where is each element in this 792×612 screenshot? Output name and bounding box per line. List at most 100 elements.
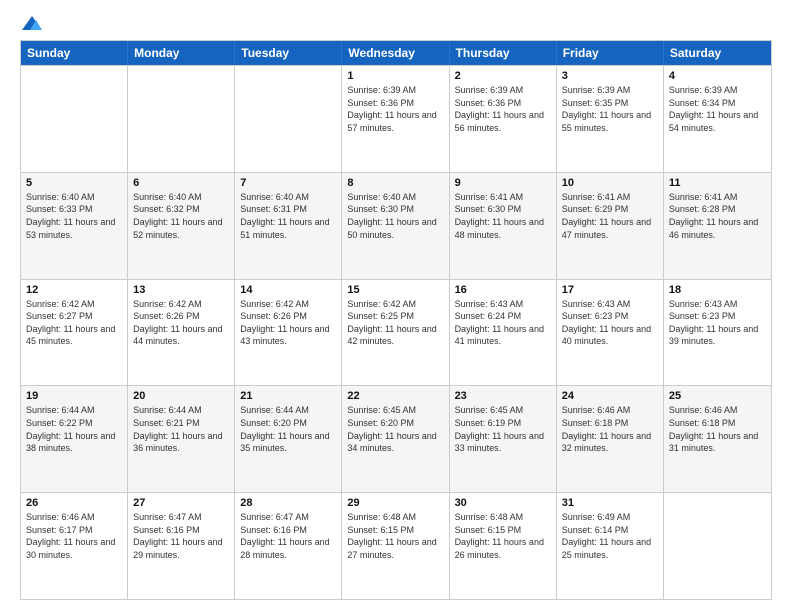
cell-info: Sunrise: 6:39 AMSunset: 6:34 PMDaylight:… [669,84,766,134]
day-number: 5 [26,177,122,189]
calendar-cell: 15 Sunrise: 6:42 AMSunset: 6:25 PMDayligh… [342,280,449,386]
calendar-body: 1Sunrise: 6:39 AMSunset: 6:36 PMDaylight… [21,65,771,599]
calendar-cell: 30 Sunrise: 6:48 AMSunset: 6:15 PMDayligh… [450,493,557,599]
day-number: 22 [347,390,443,402]
cell-info: Sunrise: 6:46 AMSunset: 6:17 PMDaylight:… [26,511,122,561]
cell-info: Sunrise: 6:42 AMSunset: 6:26 PMDaylight:… [240,298,336,348]
calendar-row-3: 12Sunrise: 6:42 AMSunset: 6:27 PMDayligh… [21,279,771,386]
cell-info: Sunrise: 6:40 AMSunset: 6:31 PMDaylight:… [240,191,336,241]
calendar-cell: 23Sunrise: 6:45 AMSunset: 6:19 PMDayligh… [450,386,557,492]
calendar-cell: 17 Sunrise: 6:43 AMSunset: 6:23 PMDayligh… [557,280,664,386]
day-number: 20 [133,390,229,402]
calendar-cell: 18 Sunrise: 6:43 AMSunset: 6:23 PMDayligh… [664,280,771,386]
day-number: 11 [669,177,766,189]
cell-info: Sunrise: 6:49 AMSunset: 6:14 PMDaylight:… [562,511,658,561]
day-number: 21 [240,390,336,402]
cell-info: Sunrise: 6:44 AMSunset: 6:22 PMDaylight:… [26,404,122,454]
day-number: 15 [347,284,443,296]
day-number: 18 [669,284,766,296]
calendar-cell: 26 Sunrise: 6:46 AMSunset: 6:17 PMDayligh… [21,493,128,599]
cell-info: Sunrise: 6:39 AMSunset: 6:36 PMDaylight:… [455,84,551,134]
calendar-cell [235,66,342,172]
day-number: 13 [133,284,229,296]
calendar-row-1: 1Sunrise: 6:39 AMSunset: 6:36 PMDaylight… [21,65,771,172]
header-day-saturday: Saturday [664,41,771,65]
day-number: 6 [133,177,229,189]
calendar-cell: 4 Sunrise: 6:39 AMSunset: 6:34 PMDaylight… [664,66,771,172]
cell-info: Sunrise: 6:40 AMSunset: 6:32 PMDaylight:… [133,191,229,241]
day-number: 23 [455,390,551,402]
calendar-row-2: 5 Sunrise: 6:40 AMSunset: 6:33 PMDaylight… [21,172,771,279]
calendar-cell: 7 Sunrise: 6:40 AMSunset: 6:31 PMDaylight… [235,173,342,279]
day-number: 10 [562,177,658,189]
calendar-cell: 28 Sunrise: 6:47 AMSunset: 6:16 PMDayligh… [235,493,342,599]
day-number: 28 [240,497,336,509]
calendar-cell: 13 Sunrise: 6:42 AMSunset: 6:26 PMDayligh… [128,280,235,386]
header [20,16,772,30]
cell-info: Sunrise: 6:45 AMSunset: 6:20 PMDaylight:… [347,404,443,454]
calendar-cell: 3 Sunrise: 6:39 AMSunset: 6:35 PMDaylight… [557,66,664,172]
calendar-cell: 24 Sunrise: 6:46 AMSunset: 6:18 PMDayligh… [557,386,664,492]
day-number: 4 [669,70,766,82]
cell-info: Sunrise: 6:44 AMSunset: 6:20 PMDaylight:… [240,404,336,454]
day-number: 29 [347,497,443,509]
calendar-cell: 1Sunrise: 6:39 AMSunset: 6:36 PMDaylight… [342,66,449,172]
header-day-wednesday: Wednesday [342,41,449,65]
calendar-cell: 10 Sunrise: 6:41 AMSunset: 6:29 PMDayligh… [557,173,664,279]
calendar-cell: 16 Sunrise: 6:43 AMSunset: 6:24 PMDayligh… [450,280,557,386]
calendar-cell: 25 Sunrise: 6:46 AMSunset: 6:18 PMDayligh… [664,386,771,492]
page: SundayMondayTuesdayWednesdayThursdayFrid… [0,0,792,612]
logo [20,16,42,30]
day-number: 14 [240,284,336,296]
header-day-sunday: Sunday [21,41,128,65]
calendar-cell: 8Sunrise: 6:40 AMSunset: 6:30 PMDaylight… [342,173,449,279]
calendar-cell: 6 Sunrise: 6:40 AMSunset: 6:32 PMDaylight… [128,173,235,279]
calendar-row-5: 26 Sunrise: 6:46 AMSunset: 6:17 PMDayligh… [21,492,771,599]
day-number: 3 [562,70,658,82]
day-number: 9 [455,177,551,189]
cell-info: Sunrise: 6:39 AMSunset: 6:35 PMDaylight:… [562,84,658,134]
cell-info: Sunrise: 6:47 AMSunset: 6:16 PMDaylight:… [240,511,336,561]
day-number: 16 [455,284,551,296]
cell-info: Sunrise: 6:43 AMSunset: 6:23 PMDaylight:… [669,298,766,348]
calendar-cell: 5 Sunrise: 6:40 AMSunset: 6:33 PMDaylight… [21,173,128,279]
day-number: 2 [455,70,551,82]
calendar-cell: 11Sunrise: 6:41 AMSunset: 6:28 PMDayligh… [664,173,771,279]
calendar-cell: 9Sunrise: 6:41 AMSunset: 6:30 PMDaylight… [450,173,557,279]
day-number: 25 [669,390,766,402]
day-number: 19 [26,390,122,402]
calendar-cell [128,66,235,172]
day-number: 7 [240,177,336,189]
calendar-cell: 31 Sunrise: 6:49 AMSunset: 6:14 PMDayligh… [557,493,664,599]
calendar-cell: 22 Sunrise: 6:45 AMSunset: 6:20 PMDayligh… [342,386,449,492]
day-number: 17 [562,284,658,296]
cell-info: Sunrise: 6:44 AMSunset: 6:21 PMDaylight:… [133,404,229,454]
day-number: 26 [26,497,122,509]
day-number: 24 [562,390,658,402]
day-number: 31 [562,497,658,509]
calendar-cell: 27 Sunrise: 6:47 AMSunset: 6:16 PMDayligh… [128,493,235,599]
cell-info: Sunrise: 6:42 AMSunset: 6:27 PMDaylight:… [26,298,122,348]
header-day-thursday: Thursday [450,41,557,65]
cell-info: Sunrise: 6:46 AMSunset: 6:18 PMDaylight:… [669,404,766,454]
calendar-cell [21,66,128,172]
header-day-tuesday: Tuesday [235,41,342,65]
calendar-cell: 20 Sunrise: 6:44 AMSunset: 6:21 PMDayligh… [128,386,235,492]
day-number: 27 [133,497,229,509]
cell-info: Sunrise: 6:43 AMSunset: 6:23 PMDaylight:… [562,298,658,348]
cell-info: Sunrise: 6:39 AMSunset: 6:36 PMDaylight:… [347,84,443,134]
cell-info: Sunrise: 6:42 AMSunset: 6:25 PMDaylight:… [347,298,443,348]
calendar-cell: 19 Sunrise: 6:44 AMSunset: 6:22 PMDayligh… [21,386,128,492]
cell-info: Sunrise: 6:43 AMSunset: 6:24 PMDaylight:… [455,298,551,348]
day-number: 30 [455,497,551,509]
cell-info: Sunrise: 6:48 AMSunset: 6:15 PMDaylight:… [455,511,551,561]
cell-info: Sunrise: 6:40 AMSunset: 6:33 PMDaylight:… [26,191,122,241]
header-day-friday: Friday [557,41,664,65]
calendar-header: SundayMondayTuesdayWednesdayThursdayFrid… [21,41,771,65]
cell-info: Sunrise: 6:47 AMSunset: 6:16 PMDaylight:… [133,511,229,561]
cell-info: Sunrise: 6:40 AMSunset: 6:30 PMDaylight:… [347,191,443,241]
cell-info: Sunrise: 6:42 AMSunset: 6:26 PMDaylight:… [133,298,229,348]
calendar-cell: 12Sunrise: 6:42 AMSunset: 6:27 PMDayligh… [21,280,128,386]
cell-info: Sunrise: 6:41 AMSunset: 6:29 PMDaylight:… [562,191,658,241]
cell-info: Sunrise: 6:46 AMSunset: 6:18 PMDaylight:… [562,404,658,454]
